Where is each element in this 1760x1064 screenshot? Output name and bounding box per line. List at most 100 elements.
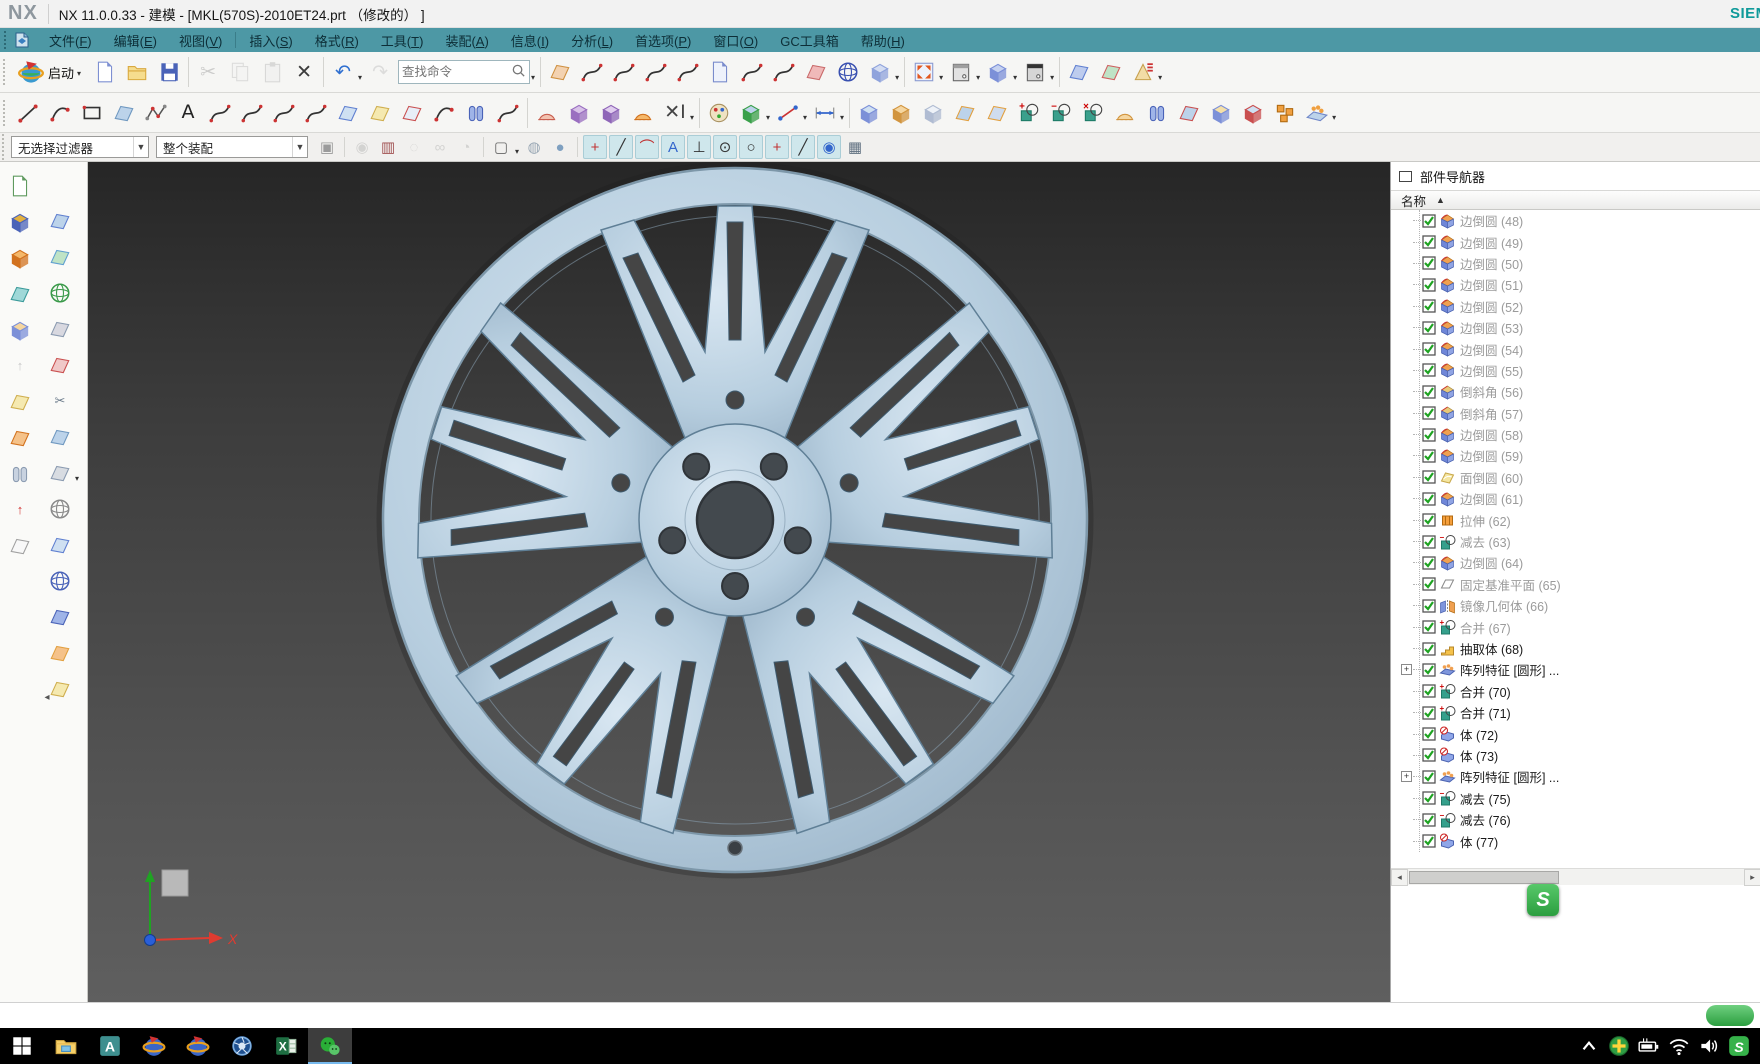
feature-tree-row[interactable]: 边倒圆 (55) [1391, 360, 1760, 381]
feature-checkbox[interactable] [1422, 770, 1436, 784]
measure-icon[interactable] [772, 97, 804, 129]
feature-checkbox[interactable] [1422, 663, 1436, 677]
feature-checkbox[interactable] [1422, 299, 1436, 313]
vector-tool-icon[interactable]: ↑ [3, 494, 37, 525]
sort-ascending-icon[interactable]: ▲ [1436, 195, 1445, 205]
start-menu-button[interactable]: 启动▾ [12, 57, 89, 87]
nx-app-icon[interactable] [132, 1028, 176, 1064]
nx-app-icon-2[interactable] [176, 1028, 220, 1064]
wave-curve-icon[interactable] [768, 56, 800, 88]
wechat-icon[interactable] [308, 1028, 352, 1064]
through-curves-icon[interactable] [43, 205, 77, 236]
boxed-region-icon[interactable]: ▥ [376, 135, 400, 159]
feature-checkbox[interactable] [1422, 449, 1436, 463]
feature-checkbox[interactable] [1422, 278, 1436, 292]
offset-curve-icon[interactable] [300, 97, 332, 129]
start-button[interactable] [0, 1028, 44, 1064]
feature-checkbox[interactable] [1422, 256, 1436, 270]
feature-checkbox[interactable] [1422, 406, 1436, 420]
menu-item-13[interactable]: 帮助(H) [850, 28, 916, 53]
layer-stack-icon[interactable] [3, 278, 37, 309]
studio-surface-icon[interactable] [43, 565, 77, 596]
feature-tree-row[interactable]: 体 (77) [1391, 830, 1760, 851]
file-explorer-icon[interactable] [44, 1028, 88, 1064]
extrude-tool-icon[interactable] [3, 242, 37, 273]
tray-expand-icon[interactable] [1574, 1028, 1604, 1064]
scroll-right-button[interactable]: ▸ [1744, 869, 1760, 886]
feature-checkbox[interactable] [1422, 620, 1436, 634]
spline-icon[interactable] [140, 97, 172, 129]
swept-sheet-icon[interactable] [3, 422, 37, 453]
boss-icon[interactable] [595, 97, 627, 129]
arc-icon[interactable] [44, 97, 76, 129]
datum-csys-icon[interactable] [3, 206, 37, 237]
undo-icon[interactable]: ↶ [327, 56, 359, 88]
feature-tree-row[interactable]: 体 (72) [1391, 723, 1760, 744]
feature-tree-row[interactable]: 边倒圆 (54) [1391, 338, 1760, 359]
menu-item-4[interactable]: 插入(S) [238, 28, 303, 53]
shaded-display-icon[interactable] [982, 56, 1014, 88]
snap-table-icon[interactable]: ▦ [843, 135, 867, 159]
snap-point-on-face-icon[interactable]: ◉ [817, 135, 841, 159]
swept-dome-icon[interactable] [531, 97, 563, 129]
feature-tree-row[interactable]: +阵列特征 [圆形] ... [1391, 659, 1760, 680]
feature-checkbox[interactable] [1422, 235, 1436, 249]
feature-checkbox[interactable] [1422, 385, 1436, 399]
feature-checkbox[interactable] [1422, 577, 1436, 591]
feature-checkbox[interactable] [1422, 342, 1436, 356]
feature-tree-row[interactable]: 边倒圆 (58) [1391, 424, 1760, 445]
feature-tree-row[interactable]: 抽取体 (68) [1391, 638, 1760, 659]
new-file-icon[interactable] [89, 56, 121, 88]
feature-tree-row[interactable]: 边倒圆 (49) [1391, 231, 1760, 252]
menu-item-3[interactable]: 视图(V) [168, 28, 233, 53]
marquee-style-icon[interactable]: ▢ [489, 135, 513, 159]
feature-checkbox[interactable] [1422, 363, 1436, 377]
bridge-curve-icon[interactable] [736, 56, 768, 88]
profile-icon[interactable] [204, 97, 236, 129]
menu-item-2[interactable]: 编辑(E) [103, 28, 168, 53]
tree-expand-icon[interactable]: + [1401, 771, 1412, 782]
feature-checkbox[interactable] [1422, 599, 1436, 613]
point-on-curve-icon[interactable] [608, 56, 640, 88]
navigator-column-header[interactable]: 名称 ▲ [1391, 190, 1760, 210]
text-icon[interactable]: A [172, 97, 204, 129]
graphics-viewport[interactable]: X [88, 162, 1390, 1002]
assembly-constraints-icon[interactable] [1127, 56, 1159, 88]
tube-icon[interactable] [460, 97, 492, 129]
sketch-in-task-icon[interactable] [3, 170, 37, 201]
volume-icon[interactable] [1694, 1028, 1724, 1064]
wifi-icon[interactable] [1664, 1028, 1694, 1064]
point-cloud-icon[interactable] [627, 97, 659, 129]
feature-tree-row[interactable]: +合并 (67) [1391, 616, 1760, 637]
helix-icon[interactable] [428, 97, 460, 129]
section-sheet-icon[interactable] [43, 349, 77, 380]
sphere-tool-icon[interactable] [43, 493, 77, 524]
extrude-dome-icon[interactable] [1109, 97, 1141, 129]
mesh-surface-icon[interactable] [43, 277, 77, 308]
snap-endpoint-icon[interactable]: ╱ [609, 135, 633, 159]
chamfer-sheet-icon[interactable] [704, 56, 736, 88]
feature-tree-row[interactable]: 体 (73) [1391, 745, 1760, 766]
surface-from-poles-icon[interactable] [108, 97, 140, 129]
trim-body-icon[interactable] [1173, 97, 1205, 129]
menu-item-10[interactable]: 首选项(P) [624, 28, 702, 53]
menu-item-5[interactable]: 格式(R) [304, 28, 370, 53]
object-display-icon[interactable] [703, 97, 735, 129]
bounded-surface-icon[interactable] [3, 386, 37, 417]
feature-checkbox[interactable] [1422, 513, 1436, 527]
compare-sheet-icon[interactable] [1095, 56, 1127, 88]
swirl-surface-icon[interactable] [43, 313, 77, 344]
rotate-view-icon[interactable] [864, 56, 896, 88]
rectangle-icon[interactable] [76, 97, 108, 129]
plane-tool-icon[interactable] [3, 530, 37, 561]
menu-item-8[interactable]: 信息(I) [500, 28, 560, 53]
edge-blend-icon[interactable] [949, 97, 981, 129]
unite-icon[interactable]: + [1013, 97, 1045, 129]
boolean-box2-icon[interactable] [1237, 97, 1269, 129]
feature-tree-row[interactable]: 拉伸 (62) [1391, 509, 1760, 530]
feature-checkbox[interactable] [1422, 428, 1436, 442]
cylinder-tool-icon[interactable] [3, 458, 37, 489]
feature-checkbox[interactable] [1422, 791, 1436, 805]
surface-analysis-icon[interactable] [800, 56, 832, 88]
feature-checkbox[interactable] [1422, 684, 1436, 698]
